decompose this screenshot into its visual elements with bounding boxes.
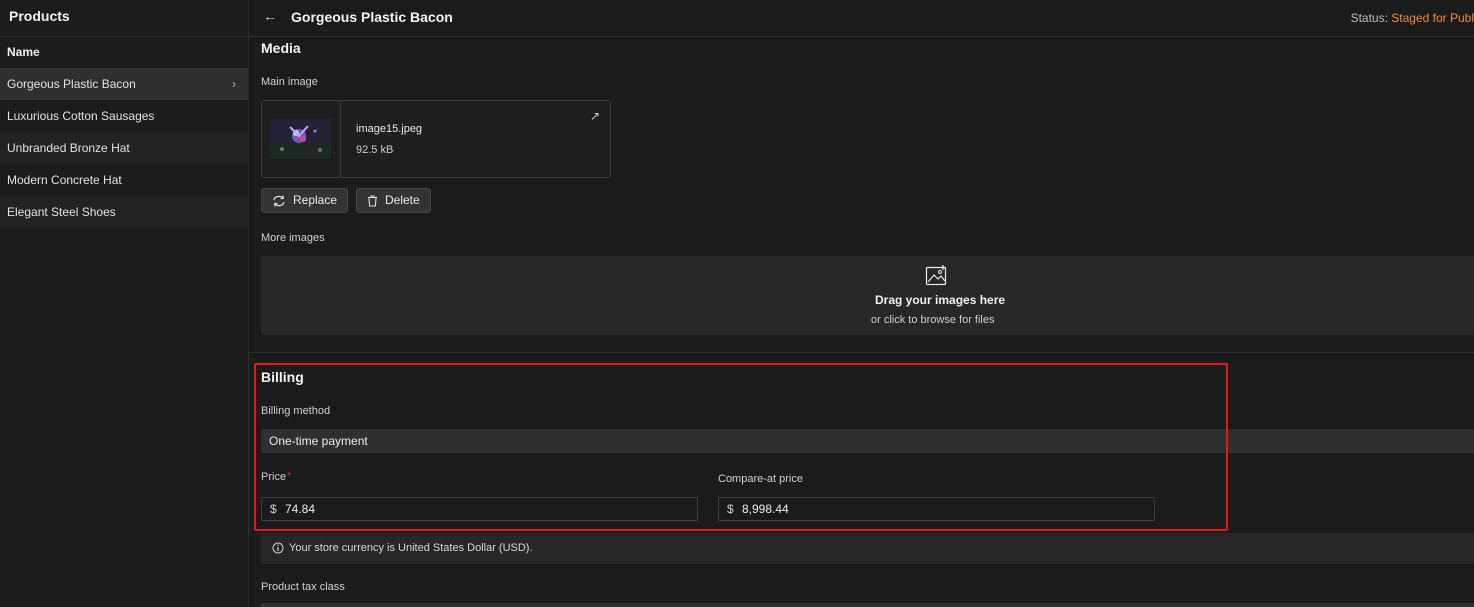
compare-at-price-label: Compare-at price	[718, 473, 803, 485]
status-indicator: Status: Staged for Publ	[1351, 11, 1474, 25]
detail-header: ← Gorgeous Plastic Bacon Status: Staged …	[249, 0, 1474, 37]
sidebar-item-elegant-steel-shoes[interactable]: Elegant Steel Shoes	[0, 196, 248, 228]
billing-section-title: Billing	[261, 369, 304, 385]
info-icon	[272, 542, 284, 554]
product-sidebar: Products Name Gorgeous Plastic Bacon › L…	[0, 0, 249, 607]
sidebar-item-luxurious-cotton-sausages[interactable]: Luxurious Cotton Sausages	[0, 100, 248, 132]
open-external-icon[interactable]: ↗	[590, 109, 600, 123]
image-thumbnail-frame	[262, 101, 341, 177]
sidebar-item-unbranded-bronze-hat[interactable]: Unbranded Bronze Hat	[0, 132, 248, 164]
back-arrow-icon[interactable]: ←	[263, 8, 277, 24]
replace-button[interactable]: Replace	[261, 188, 349, 213]
sidebar-item-label: Luxurious Cotton Sausages	[7, 109, 155, 123]
chevron-right-icon: ›	[232, 77, 236, 91]
currency-symbol: $	[270, 502, 277, 516]
main-image-label: Main image	[261, 76, 318, 88]
sidebar-item-label: Gorgeous Plastic Bacon	[7, 77, 136, 91]
currency-note: Your store currency is United States Dol…	[289, 542, 533, 554]
price-value: 74.84	[285, 502, 316, 516]
status-label: Status:	[1350, 11, 1388, 25]
dropzone-title: Drag your images here	[875, 293, 1006, 307]
sidebar-item-gorgeous-plastic-bacon[interactable]: Gorgeous Plastic Bacon ›	[0, 68, 248, 100]
sidebar-item-label: Unbranded Bronze Hat	[7, 141, 130, 155]
compare-at-price-input[interactable]: $ 8,998.44	[718, 497, 1155, 521]
more-images-label: More images	[261, 232, 325, 244]
image-thumbnail	[270, 119, 331, 159]
product-detail-panel: ← Gorgeous Plastic Bacon Status: Staged …	[249, 0, 1474, 607]
image-dropzone[interactable]: Drag your images here or click to browse…	[261, 256, 1474, 335]
replace-label: Replace	[293, 193, 338, 207]
sidebar-item-label: Elegant Steel Shoes	[7, 205, 116, 219]
delete-button[interactable]: Delete	[356, 188, 431, 213]
price-label-text: Price	[261, 471, 287, 483]
image-upload-icon	[925, 265, 947, 286]
currency-symbol: $	[727, 502, 734, 516]
main-image-card[interactable]: image15.jpeg 92.5 kB ↗	[261, 100, 611, 178]
file-name: image15.jpeg	[356, 123, 423, 135]
section-divider	[249, 352, 1474, 353]
price-input[interactable]: $ 74.84	[261, 497, 698, 521]
tax-class-label: Product tax class	[261, 581, 345, 593]
page-title: Gorgeous Plastic Bacon	[291, 9, 453, 25]
compare-at-price-value: 8,998.44	[742, 502, 789, 516]
dropzone-subtitle: or click to browse for files	[871, 314, 995, 326]
media-section-title: Media	[261, 40, 301, 56]
currency-info-bar: Your store currency is United States Dol…	[261, 533, 1474, 564]
sidebar-item-modern-concrete-hat[interactable]: Modern Concrete Hat	[0, 164, 248, 196]
sidebar-item-label: Modern Concrete Hat	[7, 173, 122, 187]
sidebar-title: Products	[0, 0, 248, 37]
tax-class-select[interactable]	[261, 603, 1474, 607]
refresh-icon	[273, 194, 285, 207]
file-size: 92.5 kB	[356, 144, 394, 156]
status-badge: Staged for Publ	[1391, 11, 1474, 25]
billing-method-select[interactable]: One-time payment	[261, 429, 1474, 453]
name-column-header[interactable]: Name	[0, 37, 248, 68]
delete-label: Delete	[385, 193, 420, 207]
price-label: Price*	[261, 471, 291, 483]
required-indicator: *	[287, 471, 291, 482]
billing-method-label: Billing method	[261, 405, 331, 417]
trash-icon	[368, 194, 377, 207]
